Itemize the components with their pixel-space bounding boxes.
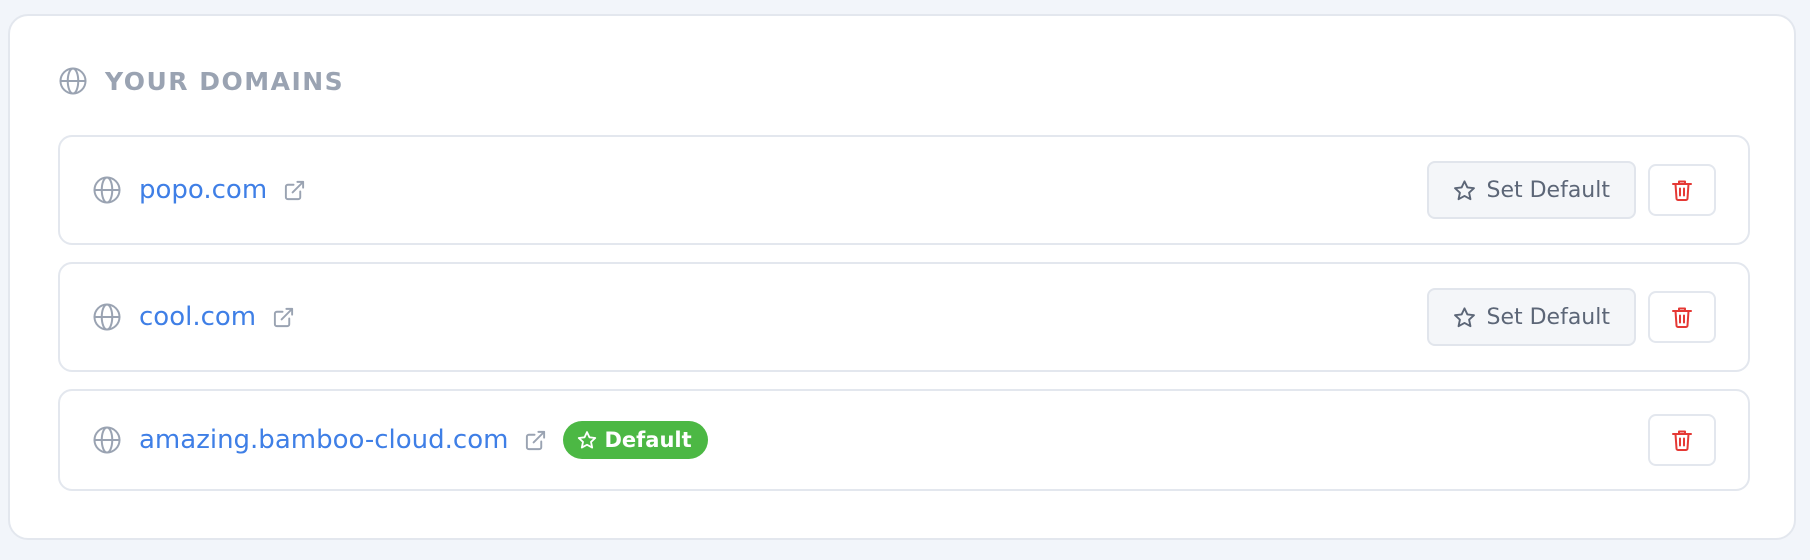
trash-icon (1672, 429, 1692, 451)
section-title: YOUR DOMAINS (105, 66, 345, 96)
panel-header: YOUR DOMAINS (58, 66, 344, 96)
domain-row: popo.com Set Default (58, 135, 1750, 245)
star-icon (1453, 179, 1476, 202)
delete-button[interactable] (1648, 164, 1716, 216)
domains-panel: YOUR DOMAINS popo.com Set Default cool.c… (8, 14, 1796, 540)
set-default-label: Set Default (1486, 177, 1610, 203)
set-default-label: Set Default (1486, 304, 1610, 330)
domain-row: amazing.bamboo-cloud.com Default (58, 389, 1750, 491)
delete-button[interactable] (1648, 414, 1716, 466)
default-badge-label: Default (604, 428, 692, 452)
star-icon (577, 430, 597, 450)
domain-link[interactable]: amazing.bamboo-cloud.com (139, 425, 508, 455)
external-link-icon[interactable] (524, 429, 547, 452)
set-default-button[interactable]: Set Default (1427, 288, 1636, 346)
globe-icon (92, 425, 122, 455)
domain-link[interactable]: popo.com (139, 175, 267, 205)
external-link-icon[interactable] (272, 306, 295, 329)
set-default-button[interactable]: Set Default (1427, 161, 1636, 219)
delete-button[interactable] (1648, 291, 1716, 343)
globe-icon (92, 302, 122, 332)
domain-list: popo.com Set Default cool.com Set Defaul… (58, 135, 1750, 491)
star-icon (1453, 306, 1476, 329)
default-badge: Default (563, 421, 708, 459)
globe-icon (92, 175, 122, 205)
trash-icon (1672, 179, 1692, 201)
external-link-icon[interactable] (283, 179, 306, 202)
trash-icon (1672, 306, 1692, 328)
domain-row: cool.com Set Default (58, 262, 1750, 372)
globe-icon (58, 66, 88, 96)
domain-link[interactable]: cool.com (139, 302, 256, 332)
